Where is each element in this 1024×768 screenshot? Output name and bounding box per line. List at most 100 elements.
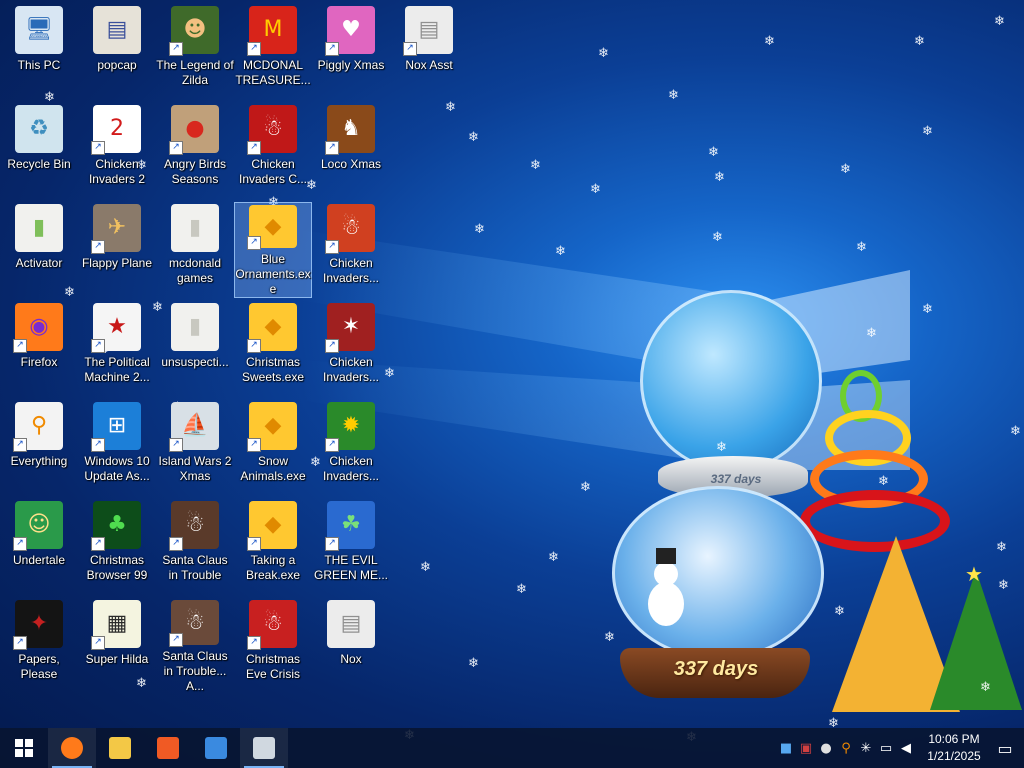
desktop-icon[interactable]: ◆ ↗ Blue Ornaments.exe bbox=[234, 202, 312, 298]
shortcut-arrow-icon: ↗ bbox=[247, 141, 261, 155]
shortcut-arrow-icon: ↗ bbox=[325, 537, 339, 551]
snowflake-icon: ❄ bbox=[604, 630, 615, 645]
desktop-icon[interactable]: ☃ ↗ Santa Claus in Trouble bbox=[156, 499, 234, 595]
icon-glyph: ☃ bbox=[185, 609, 205, 635]
desktop-icon-label: Everything bbox=[10, 454, 68, 468]
snowflake-icon: ❄ bbox=[834, 604, 845, 619]
everything-search-icon: ⚲ ↗ bbox=[13, 402, 63, 452]
snowflake-tray-icon[interactable]: ✳ bbox=[856, 728, 876, 768]
shortcut-arrow-icon: ↗ bbox=[169, 537, 183, 551]
clock[interactable]: 10:06 PM 1/21/2025 bbox=[922, 731, 986, 765]
taskbar-msn-messenger-button[interactable] bbox=[192, 728, 240, 768]
desktop-icon[interactable]: ☃ ↗ Christmas Eve Crisis bbox=[234, 598, 312, 694]
desktop-icon[interactable]: ▤ popcap bbox=[78, 4, 156, 100]
icon-glyph: ✈ bbox=[107, 215, 127, 240]
desktop-icon-label: Island Wars 2 Xmas bbox=[158, 454, 232, 483]
desktop-icon[interactable]: ✦ ↗ Papers, Please bbox=[0, 598, 78, 694]
desktop-icon[interactable]: ✶ ↗ Chicken Invaders... bbox=[312, 301, 390, 397]
desktop-icon[interactable]: ♥ ↗ Piggly Xmas bbox=[312, 4, 390, 100]
desktop-icon[interactable]: ☃ ↗ Chicken Invaders... bbox=[312, 202, 390, 298]
snowflake-icon: ❄ bbox=[468, 656, 479, 671]
desktop-icon-label: Loco Xmas bbox=[320, 157, 382, 171]
taskbar-brave-button[interactable] bbox=[144, 728, 192, 768]
desktop-icon[interactable]: ◆ ↗ Snow Animals.exe bbox=[234, 400, 312, 496]
notes-icon[interactable]: ■ bbox=[776, 728, 796, 768]
desktop-icon-label: Chicken Invaders C... bbox=[238, 157, 308, 186]
snowflake-icon: ❄ bbox=[708, 145, 719, 160]
desktop-icon[interactable]: ▤ ↗ Nox Asst bbox=[390, 4, 468, 100]
action-center-button[interactable]: ▭ bbox=[986, 728, 1024, 768]
desktop-icon[interactable]: ▮ unsuspecti... bbox=[156, 301, 234, 397]
desktop-icon[interactable]: ▦ ↗ Super Hilda bbox=[78, 598, 156, 694]
snow-globe-top bbox=[640, 290, 822, 472]
shortcut-arrow-icon: ↗ bbox=[325, 438, 339, 452]
desktop[interactable]: 337 days 337 days ★ ❄ ❄ ❄ ❄ ❄ ❄ ❄ ❄ ❄ ❄ ❄ ❄ ❄ ❄ ❄ ❄ ❄ ❄ ❄ ❄… bbox=[0, 0, 1024, 745]
super-hilda-icon: ▦ ↗ bbox=[91, 600, 141, 650]
desktop-icon[interactable]: ⊞ ↗ Windows 10 Update As... bbox=[78, 400, 156, 496]
shortcut-arrow-icon: ↗ bbox=[247, 636, 261, 650]
xmas-spiral-tree bbox=[800, 370, 950, 552]
shortcut-arrow-icon: ↗ bbox=[169, 633, 183, 647]
desktop-icon[interactable]: ♻ Recycle Bin bbox=[0, 103, 78, 199]
desktop-icon[interactable]: ♣ ↗ Christmas Browser 99 bbox=[78, 499, 156, 595]
desktop-icon[interactable]: ♞ ↗ Loco Xmas bbox=[312, 103, 390, 199]
shortcut-arrow-icon: ↗ bbox=[169, 42, 183, 56]
clock-date: 1/21/2025 bbox=[927, 749, 981, 763]
desktop-icon[interactable]: ⛵ ↗ Island Wars 2 Xmas bbox=[156, 400, 234, 496]
start-button[interactable] bbox=[0, 728, 48, 768]
network-icon[interactable]: ▭ bbox=[876, 728, 896, 768]
brave-icon bbox=[157, 737, 179, 759]
desktop-icon[interactable]: ☃ ↗ Santa Claus in Trouble... A... bbox=[156, 598, 234, 694]
shortcut-arrow-icon: ↗ bbox=[325, 240, 339, 254]
chicken-invaders-icon: ✶ ↗ bbox=[325, 303, 375, 353]
snowflake-icon: ❄ bbox=[555, 244, 566, 259]
desktop-icon[interactable]: ⚲ ↗ Everything bbox=[0, 400, 78, 496]
desktop-icon[interactable]: ☃ ↗ Chicken Invaders C... bbox=[234, 103, 312, 199]
desktop-icon[interactable]: ✹ ↗ Chicken Invaders... bbox=[312, 400, 390, 496]
desktop-icon-label: Nox bbox=[340, 652, 362, 666]
desktop-icon[interactable]: 2 ↗ Chicken Invaders 2 bbox=[78, 103, 156, 199]
desktop-icon[interactable]: ✈ ↗ Flappy Plane bbox=[78, 202, 156, 298]
desktop-icon[interactable]: M ↗ MCDONAL TREASURE... bbox=[234, 4, 312, 100]
desktop-icon[interactable]: ◉ ↗ Firefox bbox=[0, 301, 78, 397]
icon-glyph: ★ bbox=[107, 314, 127, 339]
desktop-icon[interactable]: 🖥 This PC bbox=[0, 4, 78, 100]
political-machine-icon: ★ ↗ bbox=[91, 303, 141, 353]
desktop-icon[interactable]: ◆ ↗ Christmas Sweets.exe bbox=[234, 301, 312, 397]
desktop-icon[interactable]: ☻ ↗ The Legend of Zilda bbox=[156, 4, 234, 100]
desktop-icon-label: popcap bbox=[97, 58, 137, 72]
volume-muted-icon[interactable]: ◀ bbox=[896, 728, 916, 768]
desktop-icon-label: unsuspecti... bbox=[161, 355, 229, 369]
desktop-icon[interactable]: ▮ Activator bbox=[0, 202, 78, 298]
taskbar: ■ ▣ ● ⚲ ✳ ▭ ◀ 10:06 PM 1/21/2025 ▭ bbox=[0, 728, 1024, 768]
taskbar-xmas-app-button[interactable] bbox=[240, 728, 288, 768]
desktop-icon[interactable]: ◆ ↗ Taking a Break.exe bbox=[234, 499, 312, 595]
snowflake-icon: ❄ bbox=[998, 578, 1009, 593]
evil-green-me-icon: ☘ ↗ bbox=[325, 501, 375, 551]
desktop-icon[interactable]: ● ↗ Angry Birds Seasons bbox=[156, 103, 234, 199]
app-icon[interactable]: ▣ bbox=[796, 728, 816, 768]
search-tray-icon[interactable]: ⚲ bbox=[836, 728, 856, 768]
drop-icon[interactable]: ● bbox=[816, 728, 836, 768]
desktop-icon[interactable]: ☺ ↗ Undertale bbox=[0, 499, 78, 595]
taskbar-firefox-button[interactable] bbox=[48, 728, 96, 768]
shortcut-arrow-icon: ↗ bbox=[91, 636, 105, 650]
icon-glyph: ♣ bbox=[107, 512, 127, 537]
santa-icon: ☃ ↗ bbox=[247, 600, 297, 650]
firefox-icon bbox=[61, 737, 83, 759]
icon-glyph: ▮ bbox=[188, 314, 202, 339]
snowflake-icon: ❄ bbox=[980, 680, 991, 695]
exe-icon: ◆ ↗ bbox=[247, 205, 297, 250]
desktop-icon[interactable]: ★ ↗ The Political Machine 2... bbox=[78, 301, 156, 397]
taskbar-file-explorer-button[interactable] bbox=[96, 728, 144, 768]
desktop-icon[interactable]: ▤ Nox bbox=[312, 598, 390, 694]
this-pc-icon: 🖥 bbox=[15, 6, 63, 54]
desktop-icon-label: Flappy Plane bbox=[81, 256, 153, 270]
icon-glyph: ▤ bbox=[418, 17, 440, 42]
exe-icon: ◆ ↗ bbox=[247, 303, 297, 353]
desktop-icon[interactable]: ▮ mcdonald games bbox=[156, 202, 234, 298]
shortcut-arrow-icon: ↗ bbox=[91, 537, 105, 551]
desktop-icon[interactable]: ☘ ↗ THE EVIL GREEN ME... bbox=[312, 499, 390, 595]
shortcut-arrow-icon: ↗ bbox=[13, 636, 27, 650]
exe-icon: ◆ ↗ bbox=[247, 501, 297, 551]
